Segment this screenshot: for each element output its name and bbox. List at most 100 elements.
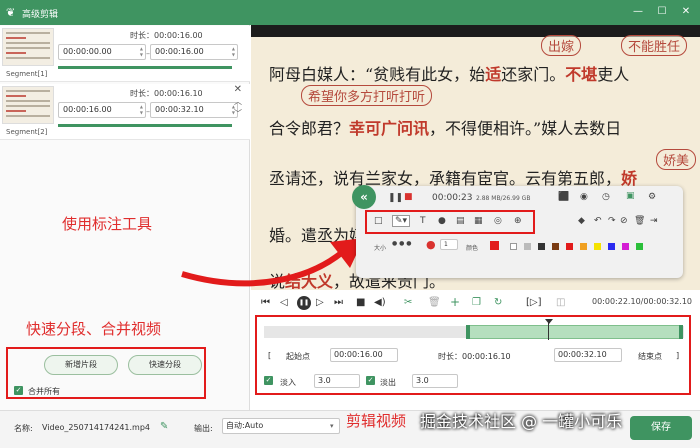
color-label: 颜色 (466, 245, 479, 252)
chevron-up-icon[interactable]: ︿ (234, 96, 242, 107)
spinner-icon[interactable]: ▲ ▼ (232, 46, 235, 58)
mosaic-icon[interactable]: ▦ (474, 216, 483, 226)
delete-icon[interactable]: 🗑 (428, 297, 441, 308)
zoom-icon[interactable]: ◎ (494, 216, 502, 226)
annotation-split-merge: 快速分段、合并视频 (26, 320, 162, 338)
playhead-marker[interactable] (545, 319, 553, 324)
color-swatch-blue[interactable] (608, 243, 615, 250)
fade-in-input[interactable]: 3.0 (314, 374, 360, 388)
undo-icon[interactable]: ↶ (594, 216, 602, 226)
annotation-edit-video: 剪辑视频 (346, 412, 407, 430)
start-time-input[interactable]: 00:00:16.00 (330, 348, 398, 362)
quick-split-button[interactable]: 快速分段 (128, 355, 202, 375)
fade-out-input[interactable]: 3.0 (412, 374, 458, 388)
color-swatch-green[interactable] (636, 243, 643, 250)
skip-start-icon[interactable]: ⏮ (261, 297, 270, 308)
color-swatch-magenta[interactable] (622, 243, 629, 250)
skip-end-icon[interactable]: ⏭ (334, 297, 343, 308)
color-swatch-yellow[interactable] (594, 243, 601, 250)
edit-name-icon[interactable]: ✎ (160, 421, 168, 432)
pen-tool-icon[interactable]: ✎▾ (392, 215, 411, 227)
segment-start-input[interactable]: 00:00:00.00 ▲ ▼ (58, 44, 146, 60)
dot-size-large-icon[interactable]: ● (426, 238, 436, 251)
fade-in-checkbox[interactable]: ✓ (264, 376, 273, 385)
close-icon[interactable]: ✕ (234, 84, 242, 95)
size-input[interactable]: 1 (440, 239, 458, 250)
snapshot-icon[interactable]: ◫ (556, 297, 565, 308)
segment-end-input[interactable]: 00:00:16.00 ▲ ▼ (150, 44, 238, 60)
refresh-icon[interactable]: ↻ (494, 297, 502, 308)
segment-progress (58, 124, 232, 127)
maximize-button[interactable]: ☐ (654, 4, 670, 20)
color-swatch-red2[interactable] (566, 243, 573, 250)
chevron-down-icon[interactable]: ▾ (330, 422, 334, 430)
delete-icon[interactable]: 🗑 (634, 216, 645, 226)
clock-icon[interactable]: ◷ (602, 192, 610, 202)
bracket-right-icon: ] (676, 351, 680, 360)
timeline-selection[interactable] (468, 325, 681, 339)
minimize-button[interactable]: — (630, 4, 646, 20)
stop-icon[interactable]: ■ (356, 297, 365, 308)
color-swatch-red[interactable] (490, 241, 499, 250)
segment-thumbnail (2, 28, 54, 66)
image-icon[interactable]: ▤ (456, 216, 465, 226)
selection-start-handle[interactable] (466, 325, 470, 339)
handwritten-note: 娇美 (656, 149, 697, 170)
fade-out-checkbox[interactable]: ✓ (366, 376, 375, 385)
close-button[interactable]: ✕ (678, 4, 694, 20)
screenshot-icon[interactable]: ⬛ (558, 192, 569, 202)
redo-icon[interactable]: ↷ (608, 216, 616, 226)
merge-all-label: 合并所有 (28, 387, 60, 396)
pause-button[interactable]: ❚❚ (297, 296, 311, 310)
segment-progress (58, 66, 232, 69)
set-start-button[interactable]: 起始点 (286, 351, 310, 362)
handwritten-note: 不能胜任 (621, 35, 688, 56)
end-time-input[interactable]: 00:00:32.10 (554, 348, 622, 362)
highlighter-icon[interactable]: ● (438, 216, 446, 226)
text-tool-icon[interactable]: T (420, 216, 426, 226)
new-segment-button[interactable]: 新增片段 (44, 355, 118, 375)
record-time: 00:00:23 (432, 193, 473, 203)
eraser-icon[interactable]: ◆ (578, 216, 585, 226)
color-swatch-white[interactable] (510, 243, 517, 250)
segment-item[interactable]: Segment[2] 时长：00:00:16.10 00:00:16.00 ▲ ▼ … (0, 84, 250, 140)
spinner-icon[interactable]: ▲ ▼ (140, 46, 143, 58)
settings-icon[interactable]: ⚙ (648, 192, 656, 202)
save-button[interactable]: 保存 (630, 416, 692, 440)
chevron-down-icon[interactable]: ﹀ (234, 108, 242, 119)
output-select[interactable]: 自动:Auto (222, 418, 340, 434)
segment-label: Segment[2] (6, 128, 48, 136)
camera-icon[interactable]: ◉ (580, 192, 588, 202)
color-swatch-brown[interactable] (552, 243, 559, 250)
exit-icon[interactable]: ⇥ (650, 216, 658, 226)
set-end-button[interactable]: 结束点 (638, 351, 662, 362)
color-swatch-black[interactable] (538, 243, 545, 250)
stop-icon[interactable]: ■ (404, 192, 413, 202)
segment-end-input[interactable]: 00:00:32.10 ▲ ▼ (150, 102, 238, 118)
pause-icon[interactable]: ❚❚ (388, 193, 403, 203)
preview-text-line: 合令郎君？幸可广问讯，不得便相许。”媒人去数日 (269, 119, 622, 138)
color-swatch-orange[interactable] (580, 243, 587, 250)
toolbox-icon[interactable]: ▣ (626, 191, 635, 201)
add-icon[interactable]: + (450, 295, 460, 309)
clear-icon[interactable]: ⊘ (620, 216, 628, 226)
merge-all-checkbox[interactable]: ✓ (14, 386, 23, 395)
time-readout: 00:00:22.10/00:00:32.10 (592, 297, 692, 306)
rectangle-tool-icon[interactable]: □ (374, 216, 383, 226)
target-icon[interactable]: ⊕ (514, 216, 522, 226)
cut-icon[interactable]: ✂ (404, 297, 412, 308)
color-swatch-gray[interactable] (524, 243, 531, 250)
segment-start-input[interactable]: 00:00:16.00 ▲ ▼ (58, 102, 146, 118)
volume-icon[interactable]: ◀) (374, 297, 386, 308)
spinner-icon[interactable]: ▲ ▼ (140, 104, 143, 116)
step-back-icon[interactable]: ◁ (280, 297, 288, 308)
copy-icon[interactable]: ❐ (472, 297, 481, 308)
step-forward-icon[interactable]: ▷ (316, 297, 324, 308)
trim-icon[interactable]: [▷] (526, 297, 542, 308)
selection-end-handle[interactable] (679, 325, 683, 339)
handwritten-note: 出嫁 (541, 35, 582, 56)
dot-size-small-icon[interactable]: ● ● ● (392, 240, 412, 247)
collapse-toolbar-button[interactable]: « (352, 185, 376, 209)
segment-item[interactable]: Segment[1] 时长：00:00:16.00 00:00:00.00 ▲ ▼ … (0, 26, 250, 82)
handwritten-note: 希望你多方打听打听 (301, 85, 433, 106)
